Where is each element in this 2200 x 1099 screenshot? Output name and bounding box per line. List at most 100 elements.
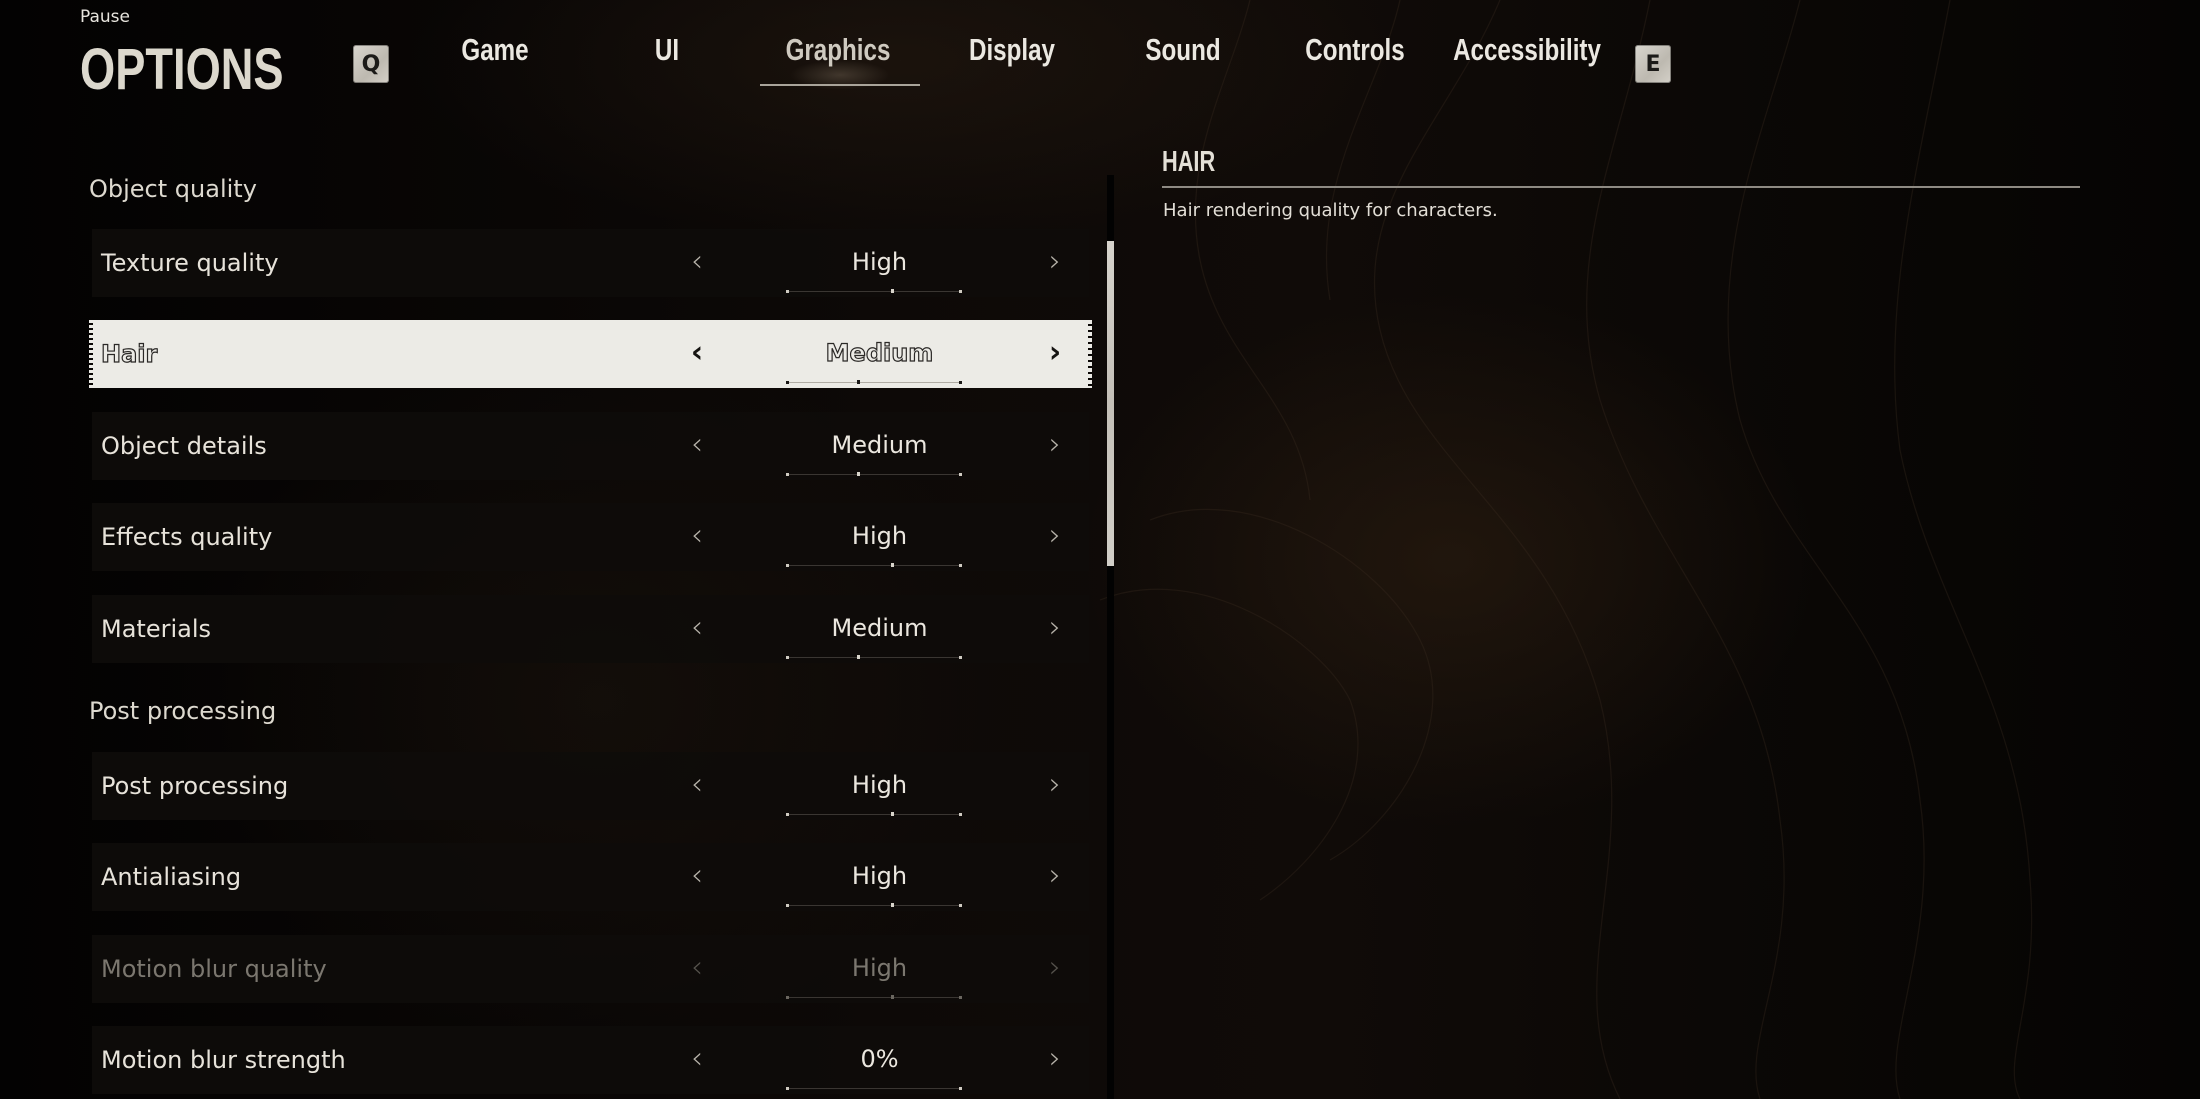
previous-tab-key-q[interactable]: Q (353, 45, 389, 83)
level-marker (891, 563, 895, 567)
tick-start (786, 656, 789, 659)
setting-value: High (851, 522, 908, 550)
tab-label: Graphics (785, 32, 891, 67)
description-text: Hair rendering quality for characters. (1163, 200, 1498, 221)
chevron-left-icon[interactable]: ‹ (682, 503, 712, 571)
chevron-left-icon[interactable]: ‹ (682, 752, 712, 820)
setting-row-antialiasing[interactable]: Antialiasing ‹ High › (92, 843, 1089, 911)
tick-start (786, 904, 789, 907)
tab-controls[interactable]: Controls (1291, 32, 1418, 68)
setting-value: Medium (825, 338, 934, 367)
setting-label: Post processing (101, 772, 289, 800)
active-tab-underline (760, 84, 920, 86)
section-header-object-quality: Object quality (89, 175, 257, 203)
setting-row-hair[interactable]: Hair ‹ Medium › (89, 320, 1092, 388)
setting-label: Texture quality (101, 249, 279, 277)
chevron-right-icon[interactable]: › (1040, 1026, 1070, 1094)
section-header-post-processing: Post processing (89, 697, 277, 725)
chevron-right-icon[interactable]: › (1040, 595, 1070, 663)
tick-start (786, 381, 789, 384)
setting-label: Motion blur strength (101, 1046, 346, 1074)
setting-label: Motion blur quality (101, 955, 327, 983)
chevron-right-icon[interactable]: › (1040, 935, 1070, 1003)
level-marker (891, 289, 895, 293)
level-indicator (786, 903, 962, 907)
level-marker (891, 995, 895, 999)
tab-label: Sound (1145, 32, 1221, 67)
tick-end (959, 1087, 962, 1090)
tab-label: UI (654, 32, 680, 67)
chevron-right-icon[interactable]: › (1040, 752, 1070, 820)
level-indicator (786, 1087, 962, 1090)
level-indicator (786, 995, 962, 999)
chevron-left-icon[interactable]: ‹ (682, 412, 712, 480)
setting-row-effects-quality[interactable]: Effects quality ‹ High › (92, 503, 1089, 571)
chevron-right-icon[interactable]: › (1040, 843, 1070, 911)
tab-sound[interactable]: Sound (1135, 32, 1231, 68)
chevron-right-icon[interactable]: › (1040, 229, 1070, 297)
tick-end (959, 381, 962, 384)
setting-row-post-processing[interactable]: Post processing ‹ High › (92, 752, 1089, 820)
setting-label: Effects quality (101, 523, 273, 551)
tick-end (959, 813, 962, 816)
setting-value: High (851, 771, 908, 799)
tab-ui[interactable]: UI (652, 32, 683, 68)
tab-label: Game (461, 32, 529, 67)
description-title: HAIR (1162, 146, 1233, 179)
tick-start (786, 996, 789, 999)
level-marker (891, 903, 895, 907)
setting-label: Object details (101, 432, 267, 460)
level-marker (856, 655, 860, 659)
scrollbar-thumb[interactable] (1107, 241, 1114, 566)
tick-end (959, 904, 962, 907)
tab-accessibility[interactable]: Accessibility (1432, 32, 1622, 68)
chevron-right-icon[interactable]: › (1040, 412, 1070, 480)
tick-end (959, 290, 962, 293)
level-marker (856, 380, 860, 384)
setting-row-texture-quality[interactable]: Texture quality ‹ High › (92, 229, 1089, 297)
level-marker (856, 472, 860, 476)
setting-label: Hair (100, 339, 158, 368)
setting-label: Antialiasing (101, 863, 242, 891)
tab-label: Accessibility (1453, 32, 1601, 67)
pause-breadcrumb: Pause (80, 7, 130, 27)
level-indicator (786, 655, 962, 659)
setting-row-motion-blur-strength[interactable]: Motion blur strength ‹ 0% › (92, 1026, 1089, 1094)
tab-game[interactable]: Game (452, 32, 538, 68)
setting-value: High (851, 862, 908, 890)
tick-end (959, 473, 962, 476)
chevron-left-icon[interactable]: ‹ (682, 320, 712, 388)
chevron-left-icon[interactable]: ‹ (682, 595, 712, 663)
next-tab-key-e[interactable]: E (1635, 45, 1671, 83)
description-title-text: HAIR (1162, 146, 1216, 178)
tick-end (959, 564, 962, 567)
chevron-right-icon[interactable]: › (1040, 503, 1070, 571)
chevron-left-icon[interactable]: ‹ (682, 1026, 712, 1094)
level-indicator (786, 563, 962, 567)
description-divider (1162, 186, 2080, 188)
chevron-right-icon[interactable]: › (1040, 320, 1070, 388)
level-indicator (786, 812, 962, 816)
setting-row-materials[interactable]: Materials ‹ Medium › (92, 595, 1089, 663)
setting-value: Medium (831, 431, 928, 459)
tab-label: Controls (1305, 32, 1405, 67)
chevron-left-icon[interactable]: ‹ (682, 229, 712, 297)
chevron-left-icon[interactable]: ‹ (682, 935, 712, 1003)
tick-end (959, 656, 962, 659)
setting-value: High (851, 248, 908, 276)
chevron-left-icon[interactable]: ‹ (682, 843, 712, 911)
tab-display[interactable]: Display (957, 32, 1067, 68)
setting-label: Materials (101, 615, 212, 643)
setting-value: Medium (831, 614, 928, 642)
tick-start (786, 290, 789, 293)
tab-label: Display (968, 32, 1056, 67)
setting-row-object-details[interactable]: Object details ‹ Medium › (92, 412, 1089, 480)
tab-graphics[interactable]: Graphics (771, 32, 905, 68)
level-marker (891, 812, 895, 816)
setting-row-motion-blur-quality[interactable]: Motion blur quality ‹ High › (92, 935, 1089, 1003)
tick-start (786, 813, 789, 816)
tick-end (959, 996, 962, 999)
level-indicator (786, 472, 962, 476)
level-indicator (786, 380, 962, 384)
setting-value: High (851, 954, 908, 982)
